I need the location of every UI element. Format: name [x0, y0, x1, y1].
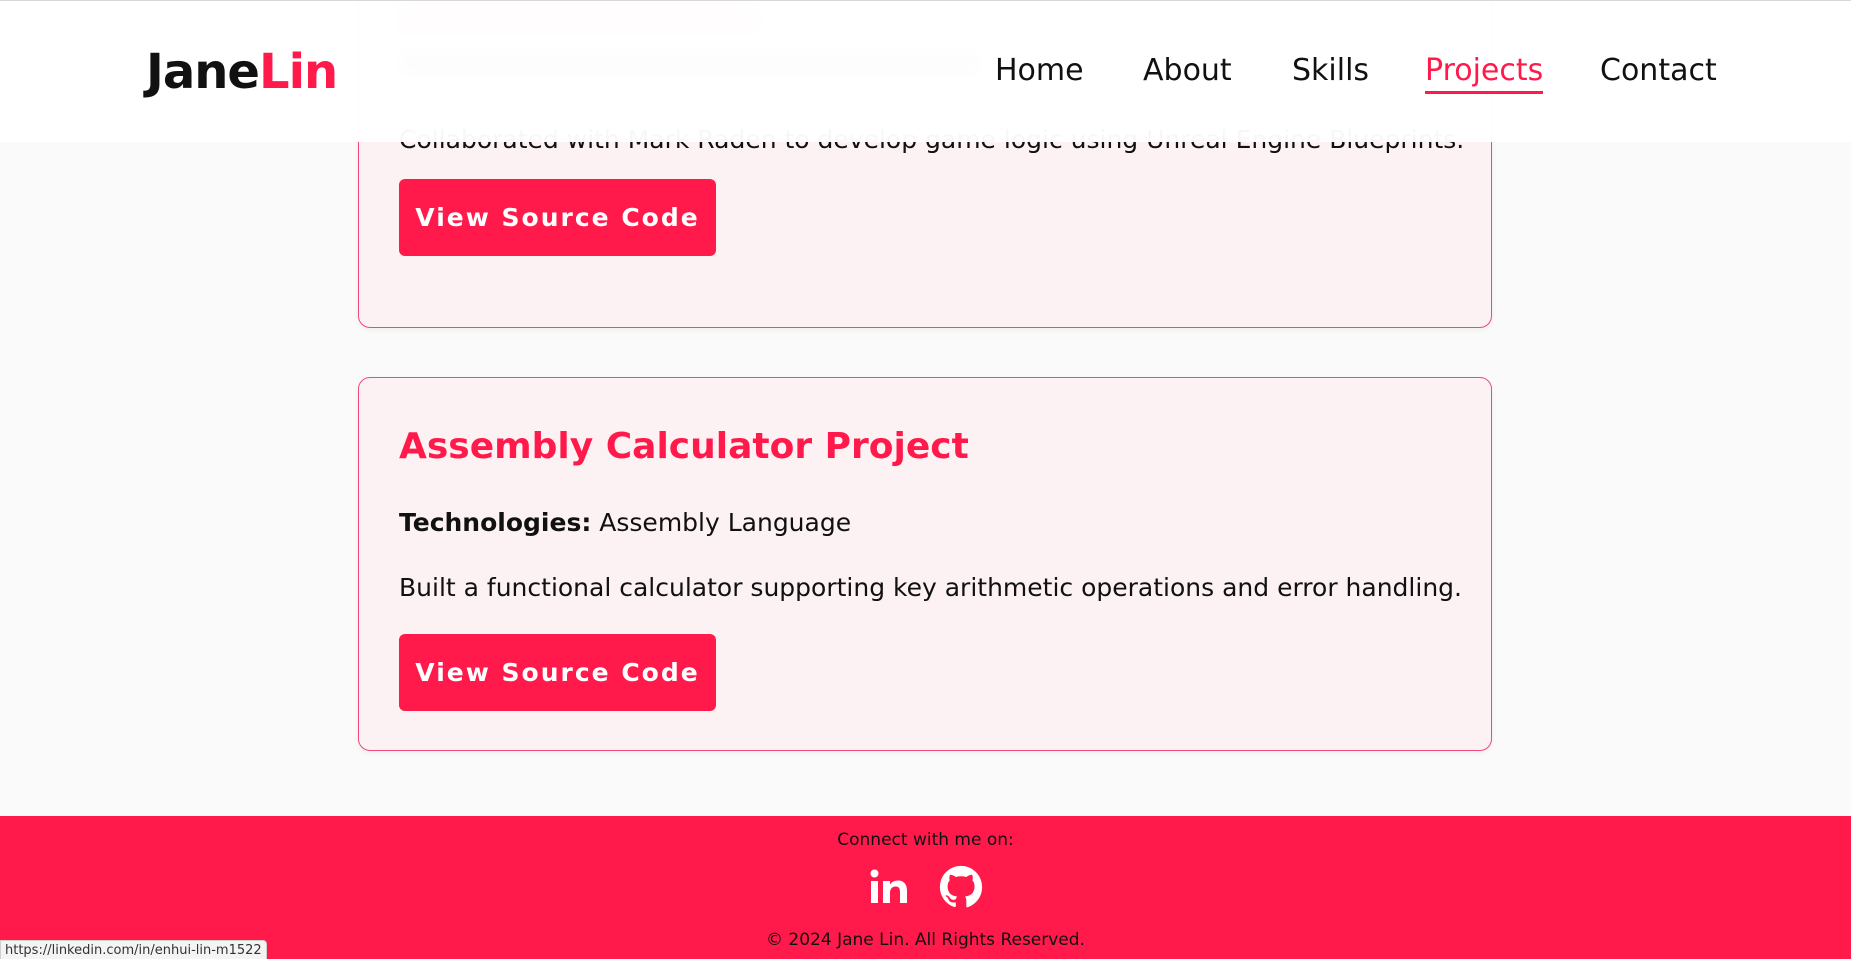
project-title: Assembly Calculator Project	[399, 426, 969, 467]
technologies-value: Assembly Language	[599, 508, 852, 537]
project-card: Assembly Calculator Project Technologies…	[358, 377, 1492, 751]
connect-text: Connect with me on:	[837, 830, 1014, 850]
github-icon[interactable]	[938, 864, 984, 910]
nav-contact[interactable]: Contact	[1600, 51, 1717, 91]
nav-about[interactable]: About	[1143, 51, 1232, 91]
technologies-label: Technologies:	[399, 508, 592, 537]
copyright-text: © 2024 Jane Lin. All Rights Reserved.	[766, 930, 1085, 950]
linkedin-icon[interactable]	[866, 864, 912, 910]
nav-projects[interactable]: Projects	[1425, 51, 1544, 94]
page: Collaborated with Mark Raden to develop …	[0, 0, 1851, 959]
project-description: Built a functional calculator supporting…	[399, 573, 1462, 602]
nav-home[interactable]: Home	[995, 51, 1084, 91]
nav-skills[interactable]: Skills	[1292, 51, 1369, 91]
view-source-code-button[interactable]: View Source Code	[399, 179, 716, 256]
view-source-code-button[interactable]: View Source Code	[399, 634, 716, 711]
status-bar-url: https://linkedin.com/in/enhui-lin-m1522	[0, 940, 267, 959]
logo-first-name: Jane	[146, 44, 260, 100]
site-footer: Connect with me on: © 2024 Jane Lin. All…	[0, 816, 1851, 959]
site-logo[interactable]: JaneLin	[146, 43, 338, 101]
site-header: JaneLin Home About Skills Projects Conta…	[0, 0, 1851, 142]
logo-last-name: Lin	[258, 44, 338, 100]
project-technologies: Technologies: Assembly Language	[399, 508, 851, 537]
